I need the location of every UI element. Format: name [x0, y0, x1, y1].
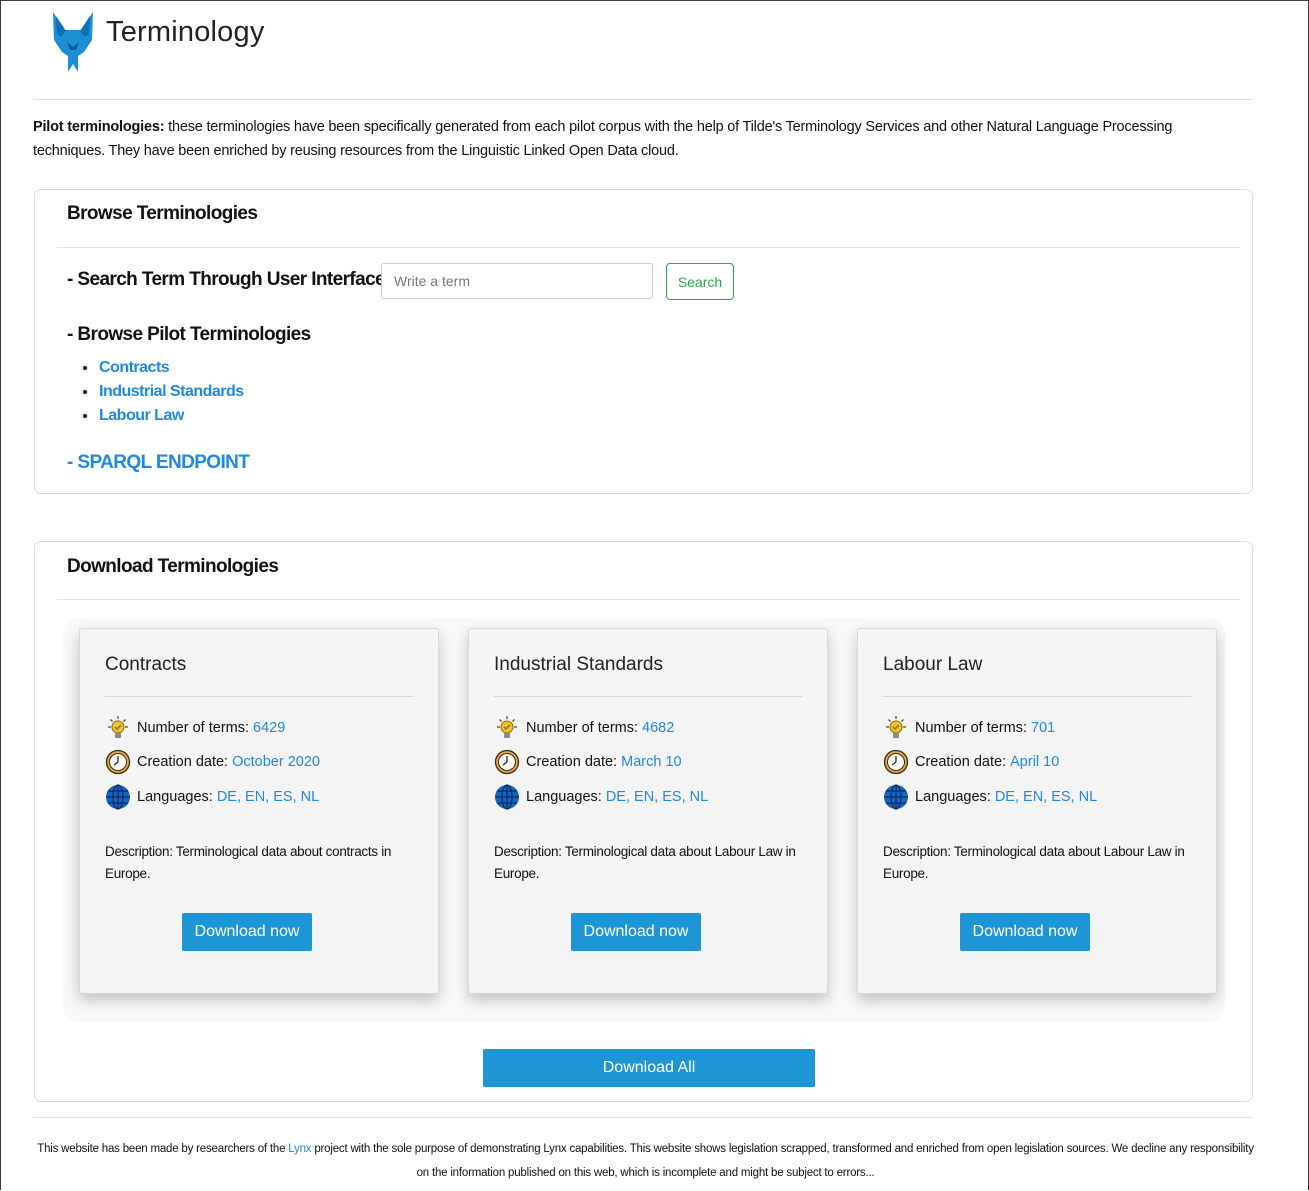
- languages-label: Languages:: [526, 789, 602, 805]
- pilot-list: Contracts Industrial Standards Labour La…: [83, 356, 244, 428]
- lightbulb-icon: [886, 716, 906, 738]
- page-header: Terminology: [50, 8, 265, 74]
- terminology-card-industrial-standards: Industrial Standards Number of terms: 46…: [468, 628, 828, 994]
- footer-text-before: This website has been made by researcher…: [37, 1143, 289, 1155]
- bullet: [83, 390, 87, 394]
- download-labour-law-button[interactable]: Download now: [960, 913, 1090, 951]
- pilot-link-labour-law[interactable]: Labour Law: [99, 407, 184, 425]
- pilots-title: - Browse Pilot Terminologies: [67, 324, 311, 345]
- card-title: Labour Law: [883, 654, 983, 675]
- date-label: Creation date:: [137, 754, 229, 770]
- browse-title: Browse Terminologies: [67, 203, 258, 224]
- languages-value: DE, EN, ES, NL: [216, 789, 320, 805]
- terms-row: Number of terms: 701: [883, 715, 1055, 741]
- date-value: March 10: [621, 754, 682, 770]
- intro-paragraph: Pilot terminologies: these terminologies…: [33, 115, 1233, 163]
- terms-row: Number of terms: 4682: [494, 715, 674, 741]
- download-industrial-standards-button[interactable]: Download now: [571, 913, 701, 951]
- card-description: Description: Terminological data about L…: [883, 844, 1185, 881]
- download-contracts-button[interactable]: Download now: [182, 913, 312, 951]
- card-divider: [105, 696, 413, 697]
- terminology-card-contracts: Contracts Number of terms: 6429 Creation…: [79, 628, 439, 994]
- download-divider: [57, 599, 1240, 600]
- lynx-logo-icon: [53, 12, 93, 72]
- download-title: Download Terminologies: [67, 556, 279, 577]
- globe-icon: [106, 784, 130, 810]
- card-title: Industrial Standards: [494, 654, 663, 675]
- sparql-endpoint-link[interactable]: - SPARQL ENDPOINT: [67, 452, 250, 474]
- date-label: Creation date:: [915, 754, 1007, 770]
- languages-label: Languages:: [137, 789, 213, 805]
- globe-icon: [495, 784, 519, 810]
- bullet: [83, 366, 87, 370]
- languages-row: Languages: DE, EN, ES, NL: [494, 784, 708, 810]
- lynx-link[interactable]: Lynx: [288, 1143, 311, 1155]
- search-label: - Search Term Through User Interface: [67, 269, 386, 290]
- terms-label: Number of terms:: [915, 720, 1027, 736]
- terms-label: Number of terms:: [137, 720, 249, 736]
- footer-text: This website has been made by researcher…: [33, 1137, 1258, 1185]
- lightbulb-icon: [497, 716, 517, 738]
- languages-value: DE, EN, ES, NL: [605, 789, 709, 805]
- terms-row: Number of terms: 6429: [105, 715, 285, 741]
- search-button[interactable]: Search: [666, 263, 734, 300]
- download-all-button[interactable]: Download All: [483, 1049, 815, 1087]
- footer-text-after: project with the sole purpose of demonst…: [311, 1143, 1254, 1179]
- languages-row: Languages: DE, EN, ES, NL: [883, 784, 1097, 810]
- languages-value: DE, EN, ES, NL: [994, 789, 1098, 805]
- lightbulb-icon: [108, 716, 128, 738]
- card-divider: [494, 696, 802, 697]
- list-item: Industrial Standards: [83, 380, 244, 404]
- date-row: Creation date: October 2020: [105, 749, 320, 775]
- browse-card: Browse Terminologies - Search Term Throu…: [34, 189, 1253, 494]
- terminology-card-labour-law: Labour Law Number of terms: 701 Creation…: [857, 628, 1217, 994]
- clock-icon: [494, 749, 520, 775]
- card-title: Contracts: [105, 654, 187, 675]
- globe-icon: [884, 784, 908, 810]
- languages-row: Languages: DE, EN, ES, NL: [105, 784, 319, 810]
- search-input[interactable]: [381, 263, 653, 299]
- languages-label: Languages:: [915, 789, 991, 805]
- date-row: Creation date: March 10: [494, 749, 682, 775]
- bullet: [83, 414, 87, 418]
- card-divider: [883, 696, 1191, 697]
- clock-icon: [883, 749, 909, 775]
- pilot-link-industrial-standards[interactable]: Industrial Standards: [99, 383, 244, 401]
- terms-label: Number of terms:: [526, 720, 638, 736]
- header-divider: [33, 99, 1253, 100]
- footer-divider: [33, 1117, 1253, 1118]
- browse-divider: [57, 247, 1240, 248]
- card-description: Description: Terminological data about c…: [105, 844, 392, 881]
- intro-text: these terminologies have been specifical…: [33, 119, 1173, 159]
- date-row: Creation date: April 10: [883, 749, 1059, 775]
- terms-value: 701: [1031, 720, 1056, 736]
- page-title: Terminology: [106, 15, 265, 48]
- list-item: Contracts: [83, 356, 244, 380]
- clock-icon: [105, 749, 131, 775]
- terms-value: 4682: [642, 720, 675, 736]
- date-value: April 10: [1010, 754, 1060, 770]
- date-value: October 2020: [232, 754, 320, 770]
- list-item: Labour Law: [83, 404, 244, 428]
- terms-value: 6429: [253, 720, 286, 736]
- date-label: Creation date:: [526, 754, 618, 770]
- intro-label: Pilot terminologies:: [33, 119, 165, 135]
- card-description: Description: Terminological data about L…: [494, 844, 796, 881]
- download-card: Download Terminologies Contracts Number …: [34, 541, 1253, 1102]
- pilot-link-contracts[interactable]: Contracts: [99, 359, 170, 377]
